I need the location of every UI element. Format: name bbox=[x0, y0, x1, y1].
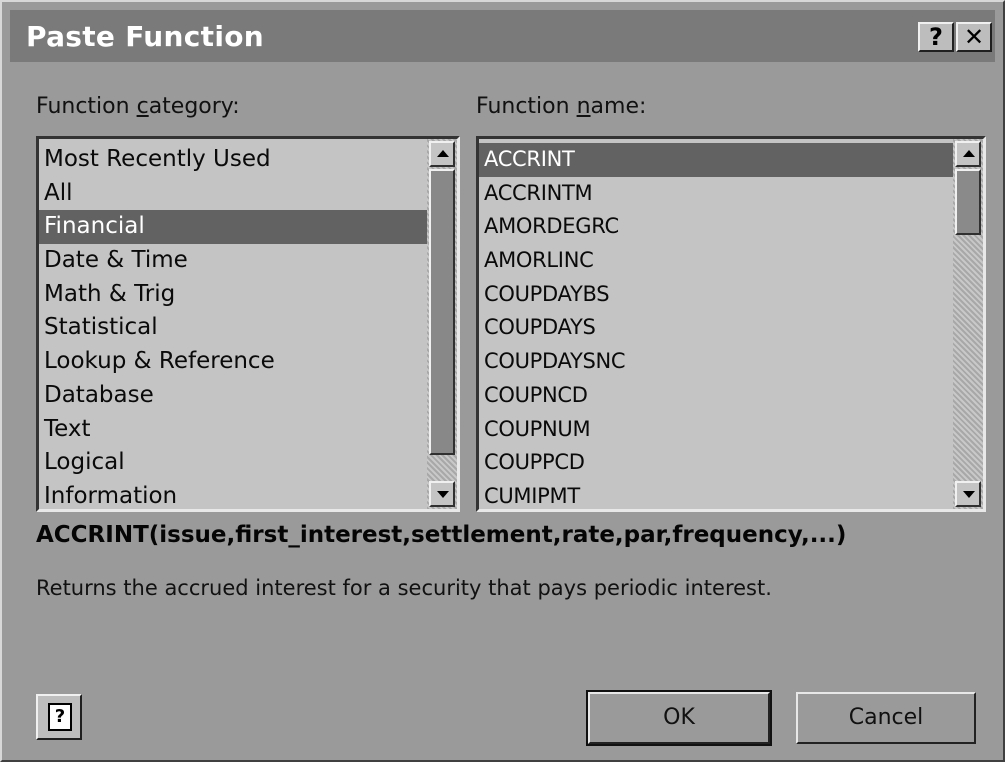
ok-button[interactable]: OK bbox=[586, 690, 772, 746]
close-icon: ✕ bbox=[963, 23, 985, 51]
function-scroll-up-button[interactable] bbox=[955, 141, 981, 167]
function-syntax: ACCRINT(issue,first_interest,settlement,… bbox=[36, 522, 847, 548]
function-scroll-thumb[interactable] bbox=[955, 169, 981, 235]
function-name-list[interactable]: ACCRINT ACCRINTM AMORDEGRC AMORLINC COUPDAYB… bbox=[476, 136, 986, 512]
function-name-label-prefix: Function bbox=[476, 94, 577, 119]
help-question-icon: ? bbox=[929, 23, 943, 51]
category-list-item[interactable]: Statistical bbox=[39, 311, 427, 345]
function-name-items: ACCRINT ACCRINTM AMORDEGRC AMORLINC COUPDAYB… bbox=[479, 143, 953, 509]
function-category-label: Function category: bbox=[36, 94, 240, 119]
category-scrollbar[interactable] bbox=[427, 139, 457, 509]
category-list-item[interactable]: Information bbox=[39, 480, 427, 509]
function-category-label-accel: c bbox=[136, 94, 149, 119]
function-list-item[interactable]: AMORDEGRC bbox=[479, 210, 953, 244]
category-list-item[interactable]: All bbox=[39, 177, 427, 211]
category-list-item[interactable]: Database bbox=[39, 379, 427, 413]
category-scroll-thumb[interactable] bbox=[429, 169, 455, 455]
arrow-up-icon bbox=[437, 150, 449, 157]
function-list-item[interactable]: COUPDAYS bbox=[479, 311, 953, 345]
title-bar[interactable]: Paste Function ? ✕ bbox=[10, 10, 995, 62]
category-list-item[interactable]: Text bbox=[39, 413, 427, 447]
function-list-item[interactable]: COUPNUM bbox=[479, 413, 953, 447]
function-category-list[interactable]: Most Recently Used All Financial Date & Tim… bbox=[36, 136, 460, 512]
arrow-up-icon bbox=[963, 150, 975, 157]
function-list-item[interactable]: ACCRINTM bbox=[479, 177, 953, 211]
function-list-item[interactable]: CUMIPMT bbox=[479, 480, 953, 509]
function-list-item[interactable]: AMORLINC bbox=[479, 244, 953, 278]
category-list-item[interactable]: Financial bbox=[39, 210, 427, 245]
cancel-button[interactable]: Cancel bbox=[796, 692, 976, 744]
category-list-item[interactable]: Most Recently Used bbox=[39, 143, 427, 177]
function-list-item[interactable]: COUPPCD bbox=[479, 446, 953, 480]
category-list-item[interactable]: Logical bbox=[39, 446, 427, 480]
function-category-label-prefix: Function bbox=[36, 94, 137, 119]
arrow-down-icon bbox=[437, 491, 449, 498]
arrow-down-icon bbox=[963, 491, 975, 498]
function-scroll-down-button[interactable] bbox=[955, 481, 981, 507]
category-scroll-down-button[interactable] bbox=[429, 481, 455, 507]
category-list-item[interactable]: Math & Trig bbox=[39, 278, 427, 312]
function-category-label-suffix: ategory: bbox=[148, 94, 240, 119]
function-name-label-suffix: ame: bbox=[590, 94, 647, 119]
office-assistant-button[interactable]: ? bbox=[36, 694, 82, 740]
function-list-item[interactable]: ACCRINT bbox=[479, 143, 953, 177]
function-description: Returns the accrued interest for a secur… bbox=[36, 576, 772, 600]
category-scroll-up-button[interactable] bbox=[429, 141, 455, 167]
function-category-items: Most Recently Used All Financial Date & Tim… bbox=[39, 143, 427, 509]
function-list-item[interactable]: COUPDAYBS bbox=[479, 278, 953, 312]
paste-function-dialog: Paste Function ? ✕ Function category: Fu… bbox=[0, 0, 1005, 762]
close-button[interactable]: ✕ bbox=[956, 22, 992, 52]
window-title: Paste Function bbox=[26, 20, 265, 53]
function-list-item[interactable]: COUPDAYSNC bbox=[479, 345, 953, 379]
category-list-item[interactable]: Date & Time bbox=[39, 244, 427, 278]
function-name-label-accel: n bbox=[576, 94, 591, 119]
help-button[interactable]: ? bbox=[918, 22, 954, 52]
function-scrollbar[interactable] bbox=[953, 139, 983, 509]
office-assistant-icon: ? bbox=[48, 703, 72, 731]
function-list-item[interactable]: COUPNCD bbox=[479, 379, 953, 413]
function-name-label: Function name: bbox=[476, 94, 646, 119]
category-list-item[interactable]: Lookup & Reference bbox=[39, 345, 427, 379]
